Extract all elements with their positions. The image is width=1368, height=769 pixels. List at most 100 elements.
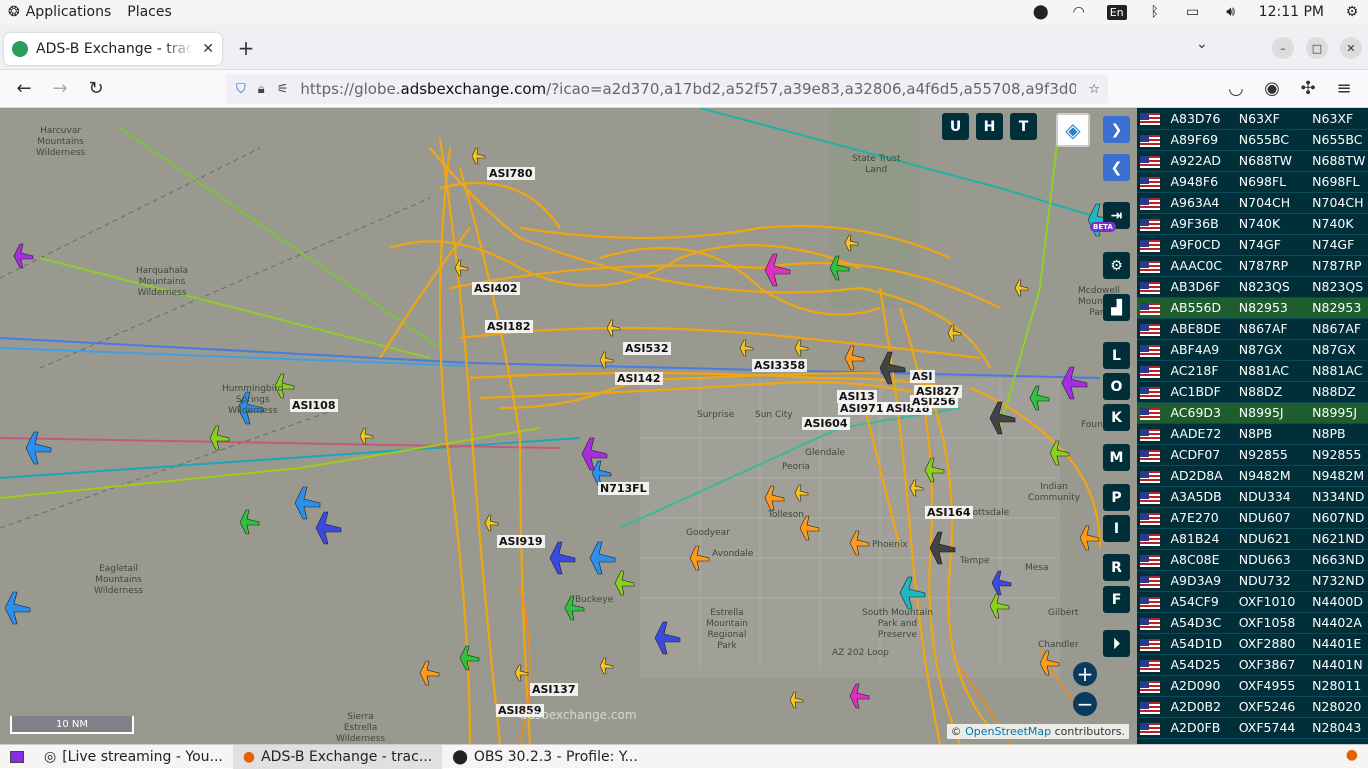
table-row[interactable]: A2D0B2OXF5246N28020P: [1137, 696, 1368, 718]
table-row[interactable]: AC69D3N8995JN8995JP: [1137, 402, 1368, 424]
address-bar[interactable]: ⛉ 🔒︎ ⚟ https://globe.adsbexchange.com/?i…: [226, 74, 1108, 104]
taskbar-item-firefox[interactable]: ● ADS-B Exchange - trac...: [232, 744, 443, 769]
volume-icon[interactable]: 🔊︎: [1221, 2, 1241, 22]
lock-icon[interactable]: 🔒︎: [258, 82, 265, 97]
table-row[interactable]: A9D3A9NDU732N732NDP: [1137, 570, 1368, 592]
aircraft-label[interactable]: ASI3358: [752, 359, 808, 372]
aircraft-label[interactable]: ASI971: [838, 402, 886, 415]
table-row[interactable]: A8C08ENDU663N663NDP: [1137, 549, 1368, 571]
table-row[interactable]: A948F6N698FLN698FLP: [1137, 171, 1368, 193]
table-row[interactable]: A2D0FBOXF5744N28043P: [1137, 717, 1368, 739]
toggle-m-button[interactable]: M: [1103, 444, 1130, 471]
show-desktop-button[interactable]: [0, 745, 34, 769]
permissions-icon[interactable]: ⚟: [277, 82, 289, 97]
table-row[interactable]: AADE72N8PBN8PBP: [1137, 423, 1368, 445]
url-text[interactable]: https://globe.adsbexchange.com/?icao=a2d…: [300, 80, 1076, 98]
places-menu[interactable]: Places: [119, 0, 180, 24]
firefox-tray-icon[interactable]: ●: [1346, 747, 1358, 763]
table-row[interactable]: A9F0CDN74GFN74GFA: [1137, 234, 1368, 256]
zoom-out-button[interactable]: −: [1073, 692, 1097, 716]
wifi-icon[interactable]: ◠: [1069, 2, 1089, 22]
taskbar-item-youtube[interactable]: ◎ [Live streaming - You...: [34, 745, 233, 769]
aircraft-label[interactable]: ASI: [910, 370, 935, 383]
table-row[interactable]: ABF4A9N87GXN87GXG: [1137, 339, 1368, 361]
table-row[interactable]: A7E270NDU607N607NDP: [1137, 507, 1368, 529]
table-row[interactable]: AC1BDFN88DZN88DZS: [1137, 381, 1368, 403]
aircraft-label[interactable]: ASI164: [925, 506, 973, 519]
zoom-in-button[interactable]: +: [1073, 662, 1097, 686]
table-row[interactable]: AB3D6FN823QSN823QSC: [1137, 276, 1368, 298]
toggle-k-button[interactable]: K: [1103, 404, 1130, 431]
obs-tray-icon[interactable]: ⬤: [1031, 2, 1051, 22]
battery-icon[interactable]: ▭: [1183, 2, 1203, 22]
aircraft-label[interactable]: ASI137: [530, 683, 578, 696]
aircraft-label[interactable]: ASI919: [497, 535, 545, 548]
table-row[interactable]: AC218FN881ACN881ACC: [1137, 360, 1368, 382]
applications-menu[interactable]: ❂ Applications: [0, 0, 119, 24]
aircraft-label[interactable]: ASI108: [290, 399, 338, 412]
altitude-chart-icon[interactable]: ▟: [1103, 294, 1130, 321]
table-row[interactable]: A54D1DOXF2880N4401EP: [1137, 633, 1368, 655]
toggle-t-button[interactable]: T: [1010, 113, 1037, 140]
taskbar-item-obs[interactable]: ⬤ OBS 30.2.3 - Profile: Y...: [442, 745, 648, 769]
toggle-f-button[interactable]: F: [1103, 586, 1130, 613]
account-icon[interactable]: ◉: [1260, 78, 1284, 100]
aircraft-table-panel[interactable]: A83D76N63XFN63XFGA89F69N655BCN655BCCA922…: [1137, 108, 1368, 744]
aircraft-label[interactable]: ASI604: [802, 417, 850, 430]
settings-gear-icon[interactable]: ⚙: [1103, 252, 1130, 279]
aircraft-label[interactable]: ASI827: [914, 385, 962, 398]
table-row[interactable]: A54D3COXF1058N4402AP: [1137, 612, 1368, 634]
table-row[interactable]: AB556DN82953N82953P: [1137, 297, 1368, 319]
keyboard-layout-indicator[interactable]: En: [1106, 2, 1127, 22]
expand-panel-arrow-icon[interactable]: ❯: [1103, 116, 1130, 143]
table-row[interactable]: A2D090OXF4955N28011P: [1137, 675, 1368, 697]
table-row[interactable]: A963A4N704CHN704CHC: [1137, 192, 1368, 214]
table-row[interactable]: A54CF9OXF1010N4400DP: [1137, 591, 1368, 613]
bookmark-star-icon[interactable]: ☆: [1088, 82, 1100, 97]
table-row[interactable]: A922ADN688TWN688TWP: [1137, 150, 1368, 172]
aircraft-label[interactable]: N713FL: [598, 482, 649, 495]
toggle-r-button[interactable]: R: [1103, 554, 1130, 581]
toggle-h-button[interactable]: H: [976, 113, 1003, 140]
toggle-l-button[interactable]: L: [1103, 342, 1130, 369]
aircraft-label[interactable]: ASI532: [623, 342, 671, 355]
toggle-p-button[interactable]: P: [1103, 484, 1130, 511]
aircraft-label[interactable]: ASI142: [615, 372, 663, 385]
pocket-icon[interactable]: ◡: [1224, 78, 1248, 100]
extensions-puzzle-icon[interactable]: ✣: [1296, 78, 1320, 100]
openstreetmap-link[interactable]: OpenStreetMap: [965, 725, 1051, 738]
table-row[interactable]: A9F36BN740KN740KL: [1137, 213, 1368, 235]
table-row[interactable]: A54D25OXF3867N4401NP: [1137, 654, 1368, 676]
bluetooth-icon[interactable]: ᛒ: [1145, 2, 1165, 22]
close-window-button[interactable]: ✕: [1340, 37, 1362, 59]
maximize-window-button[interactable]: □: [1306, 37, 1328, 59]
aircraft-label[interactable]: ASI780: [487, 167, 535, 180]
back-button[interactable]: ←: [12, 78, 36, 100]
toggle-o-button[interactable]: O: [1103, 373, 1130, 400]
clock[interactable]: 12:11 PM: [1259, 4, 1324, 20]
table-row[interactable]: A89F69N655BCN655BCC: [1137, 129, 1368, 151]
hamburger-menu-icon[interactable]: ≡: [1332, 78, 1356, 100]
table-row[interactable]: A81B24NDU621N621NDP: [1137, 528, 1368, 550]
collapse-panel-arrow-icon[interactable]: ❮: [1103, 154, 1130, 181]
table-row[interactable]: A83D76N63XFN63XFG: [1137, 108, 1368, 130]
tracking-protection-shield-icon[interactable]: ⛉: [236, 82, 246, 97]
aircraft-label[interactable]: ASI402: [472, 282, 520, 295]
new-tab-button[interactable]: +: [234, 36, 258, 60]
toggle-u-button[interactable]: U: [942, 113, 969, 140]
table-row[interactable]: A3A5DBNDU334N334NDP: [1137, 486, 1368, 508]
list-all-tabs-chevron-icon[interactable]: ⌄: [1196, 36, 1208, 52]
toggle-i-button[interactable]: I: [1103, 515, 1130, 542]
table-row[interactable]: AD2D8AN9482MN9482MC: [1137, 465, 1368, 487]
table-row[interactable]: ABE8DEN867AFN867AFC: [1137, 318, 1368, 340]
settings-gear-icon[interactable]: ⚙: [1342, 2, 1362, 22]
minimize-window-button[interactable]: –: [1272, 37, 1294, 59]
layers-icon[interactable]: ◈: [1056, 113, 1090, 147]
replay-icon[interactable]: ⏵: [1103, 630, 1130, 657]
table-row[interactable]: AAAC0CN787RPN787RPC: [1137, 255, 1368, 277]
table-row[interactable]: ACDF07N92855N92855C: [1137, 444, 1368, 466]
tab-adsb-exchange[interactable]: ADS-B Exchange - track aircraft live ✕: [4, 33, 222, 65]
aircraft-label[interactable]: ASI182: [485, 320, 533, 333]
close-tab-icon[interactable]: ✕: [202, 41, 214, 57]
flight-map[interactable]: Harcuvar Mountains Wilderness Harquahala Mo…: [0, 108, 1137, 744]
